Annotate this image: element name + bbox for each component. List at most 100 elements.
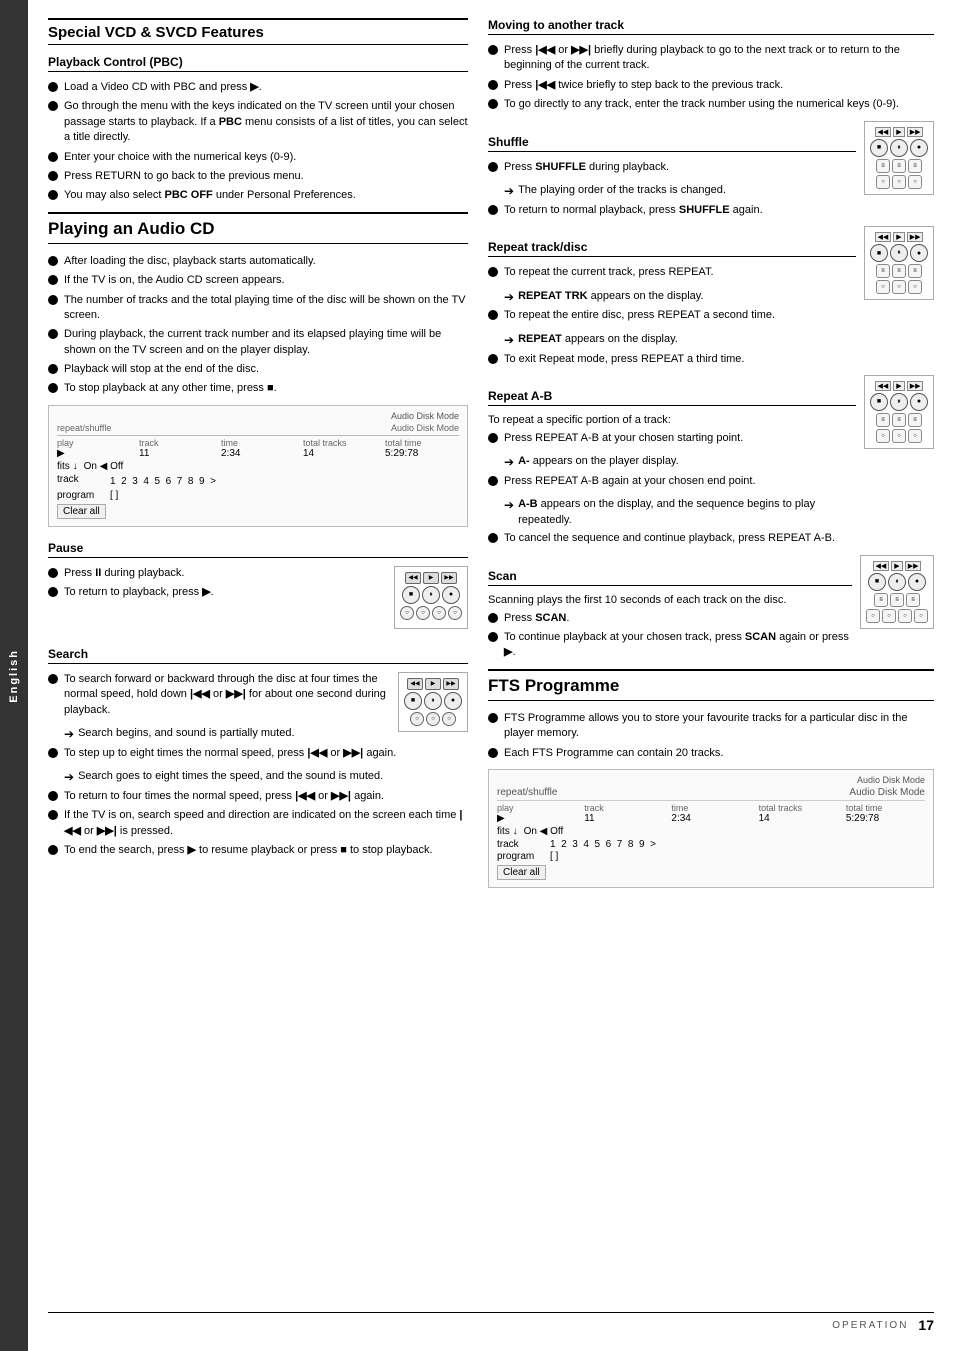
pause-item-2: To return to playback, press ▶. (48, 585, 386, 600)
shuffle-title: Shuffle (488, 135, 856, 152)
search-title: Search (48, 647, 468, 664)
repeat-remote: ◀◀ ▶ ▶▶ ■ ⏸ ● ≡ ≡ (864, 226, 934, 300)
repeat-ab-row: Repeat A-B To repeat a specific portion … (488, 375, 934, 555)
stop-circle-btn: ■ (402, 586, 420, 604)
main-content: Special VCD & SVCD Features Playback Con… (28, 0, 954, 1351)
audio-cd-item-2: If the TV is on, the Audio CD screen app… (48, 273, 468, 288)
repeat-item-3: To exit Repeat mode, press REPEAT a thir… (488, 352, 856, 367)
special-vcd-title: Special VCD & SVCD Features (48, 18, 468, 45)
search-item-4: If the TV is on, search speed and direct… (48, 808, 468, 839)
page: English Special VCD & SVCD Features Play… (0, 0, 954, 1351)
pbc-item-5: You may also select PBC OFF under Person… (48, 188, 468, 203)
repeat-ab-arrow-1: ➔A- appears on the player display. (504, 454, 856, 471)
sidebar-language-label: English (8, 649, 20, 703)
scan-remote: ◀◀ ▶ ▶▶ ■ ⏸ ● ≡ ≡ (860, 555, 934, 629)
repeat-item-1: To repeat the current track, press REPEA… (488, 265, 856, 280)
repeat-ab-list-2: Press REPEAT A-B again at your chosen en… (488, 474, 856, 489)
repeat-arrow-2: ➔REPEAT appears on the display. (504, 332, 856, 349)
search-section: Search ◀◀ ▶ ▶▶ ■ ⏸ ● (48, 647, 468, 867)
pbc-list: Load a Video CD with PBC and press ▶. Go… (48, 80, 468, 204)
audio-cd-item-5: Playback will stop at the end of the dis… (48, 362, 468, 377)
bottom-bar: Operation 17 (48, 1312, 934, 1333)
search-item-2: To step up to eight times the normal spe… (48, 746, 468, 761)
prev-btn-icon: ◀◀ (405, 572, 421, 584)
shuffle-remote: ◀◀ ▶ ▶▶ ■ ⏸ ● ≡ ≡ (864, 121, 934, 195)
fts-clear-all-btn[interactable]: Clear all (497, 865, 546, 880)
search-remote: ◀◀ ▶ ▶▶ ■ ⏸ ● ○ ○ (398, 672, 468, 732)
audio-cd-display: Audio Disk Mode repeat/shuffle Audio Dis… (48, 405, 468, 527)
search-arrow-1: ➔Search begins, and sound is partially m… (64, 726, 390, 743)
fts-display-data-row: ▶ 11 2:34 14 5:29:78 (497, 813, 925, 824)
repeat-ab-arrow-2: ➔A-B appears on the display, and the seq… (504, 497, 856, 528)
display-header: repeat/shuffle Audio Disk Mode (57, 423, 459, 433)
display-data-row: ▶ 11 2:34 14 5:29:78 (57, 448, 459, 459)
pbc-item-3: Enter your choice with the numerical key… (48, 150, 468, 165)
next-btn-icon: ▶▶ (441, 572, 457, 584)
shuffle-item-2: To return to normal playback, press SHUF… (488, 203, 856, 218)
search-item-5: To end the search, press ▶ to resume pla… (48, 843, 468, 858)
repeat-ab-item-2: Press REPEAT A-B again at your chosen en… (488, 474, 856, 489)
play-btn-icon: ▶ (423, 572, 439, 584)
search-item-3: To return to four times the normal speed… (48, 789, 468, 804)
repeat-ab-remote: ◀◀ ▶ ▶▶ ■ ⏸ ● ≡ ≡ (864, 375, 934, 449)
operation-label: Operation (832, 1320, 908, 1331)
repeat-ab-title: Repeat A-B (488, 389, 856, 406)
shuffle-row: Shuffle Press SHUFFLE during playback. ➔… (488, 121, 934, 227)
repeat-track-list-3: To exit Repeat mode, press REPEAT a thir… (488, 352, 856, 367)
moving-item-1: Press |◀◀ or ▶▶| briefly during playback… (488, 43, 934, 74)
fts-item-2: Each FTS Programme can contain 20 tracks… (488, 746, 934, 761)
audio-cd-title: Playing an Audio CD (48, 212, 468, 244)
repeat-ab-item-3: To cancel the sequence and continue play… (488, 531, 856, 546)
search-list-2: To step up to eight times the normal spe… (48, 746, 468, 761)
search-arrow-2: ➔Search goes to eight times the speed, a… (64, 769, 468, 786)
pause-circle-btn: ⏸ (422, 586, 440, 604)
fts-list: FTS Programme allows you to store your f… (488, 711, 934, 761)
moving-item-3: To go directly to any track, enter the t… (488, 97, 934, 112)
repeat-item-2: To repeat the entire disc, press REPEAT … (488, 308, 856, 323)
audio-cd-list: After loading the disc, playback starts … (48, 254, 468, 397)
repeat-ab-list-3: To cancel the sequence and continue play… (488, 531, 856, 546)
repeat-arrow-1: ➔REPEAT TRK appears on the display. (504, 289, 856, 306)
shuffle-arrow: ➔The playing order of the tracks is chan… (504, 183, 856, 200)
audio-cd-item-1: After loading the disc, playback starts … (48, 254, 468, 269)
sidebar: English (0, 0, 28, 1351)
pbc-item-1: Load a Video CD with PBC and press ▶. (48, 80, 468, 95)
repeat-track-list: To repeat the current track, press REPEA… (488, 265, 856, 280)
audio-cd-item-3: The number of tracks and the total playi… (48, 293, 468, 324)
left-column: Special VCD & SVCD Features Playback Con… (48, 18, 468, 1302)
page-number: 17 (918, 1317, 934, 1333)
rec-circle-btn: ● (442, 586, 460, 604)
shuffle-list-2: To return to normal playback, press SHUF… (488, 203, 856, 218)
pbc-item-2: Go through the menu with the keys indica… (48, 99, 468, 145)
pause-section: Pause ◀◀ ▶ ▶▶ ■ (48, 541, 468, 633)
repeat-ab-item-1: Press REPEAT A-B at your chosen starting… (488, 431, 856, 446)
audio-cd-item-4: During playback, the current track numbe… (48, 327, 468, 358)
search-list-3: To return to four times the normal speed… (48, 789, 468, 859)
audio-cd-item-6: To stop playback at any other time, pres… (48, 381, 468, 396)
scan-row: Scan Scanning plays the first 10 seconds… (488, 555, 934, 669)
pause-item-1: Press II during playback. (48, 566, 386, 581)
two-column-layout: Special VCD & SVCD Features Playback Con… (48, 18, 934, 1302)
scan-list: Press SCAN. To continue playback at your… (488, 611, 852, 661)
pbc-title: Playback Control (PBC) (48, 55, 468, 72)
fts-title: FTS Programme (488, 669, 934, 701)
scan-item-1: Press SCAN. (488, 611, 852, 626)
repeat-track-list-2: To repeat the entire disc, press REPEAT … (488, 308, 856, 323)
scan-item-2: To continue playback at your chosen trac… (488, 630, 852, 661)
right-column: Moving to another track Press |◀◀ or ▶▶|… (488, 18, 934, 1302)
pause-title: Pause (48, 541, 468, 558)
moving-track-title: Moving to another track (488, 18, 934, 35)
shuffle-item-1: Press SHUFFLE during playback. (488, 160, 856, 175)
shuffle-list: Press SHUFFLE during playback. (488, 160, 856, 175)
fts-display: Audio Disk Mode repeat/shuffle Audio Dis… (488, 769, 934, 888)
repeat-track-title: Repeat track/disc (488, 240, 856, 257)
search-item-1: To search forward or backward through th… (48, 672, 390, 718)
clear-all-btn[interactable]: Clear all (57, 504, 106, 519)
pause-remote: ◀◀ ▶ ▶▶ ■ ⏸ ● ○ (394, 566, 468, 629)
repeat-track-row: Repeat track/disc To repeat the current … (488, 226, 934, 375)
moving-item-2: Press |◀◀ twice briefly to step back to … (488, 78, 934, 93)
repeat-ab-list: Press REPEAT A-B at your chosen starting… (488, 431, 856, 446)
moving-track-list: Press |◀◀ or ▶▶| briefly during playback… (488, 43, 934, 113)
pbc-item-4: Press RETURN to go back to the previous … (48, 169, 468, 184)
audio-cd-mode-label: Audio Disk Mode (57, 411, 459, 421)
